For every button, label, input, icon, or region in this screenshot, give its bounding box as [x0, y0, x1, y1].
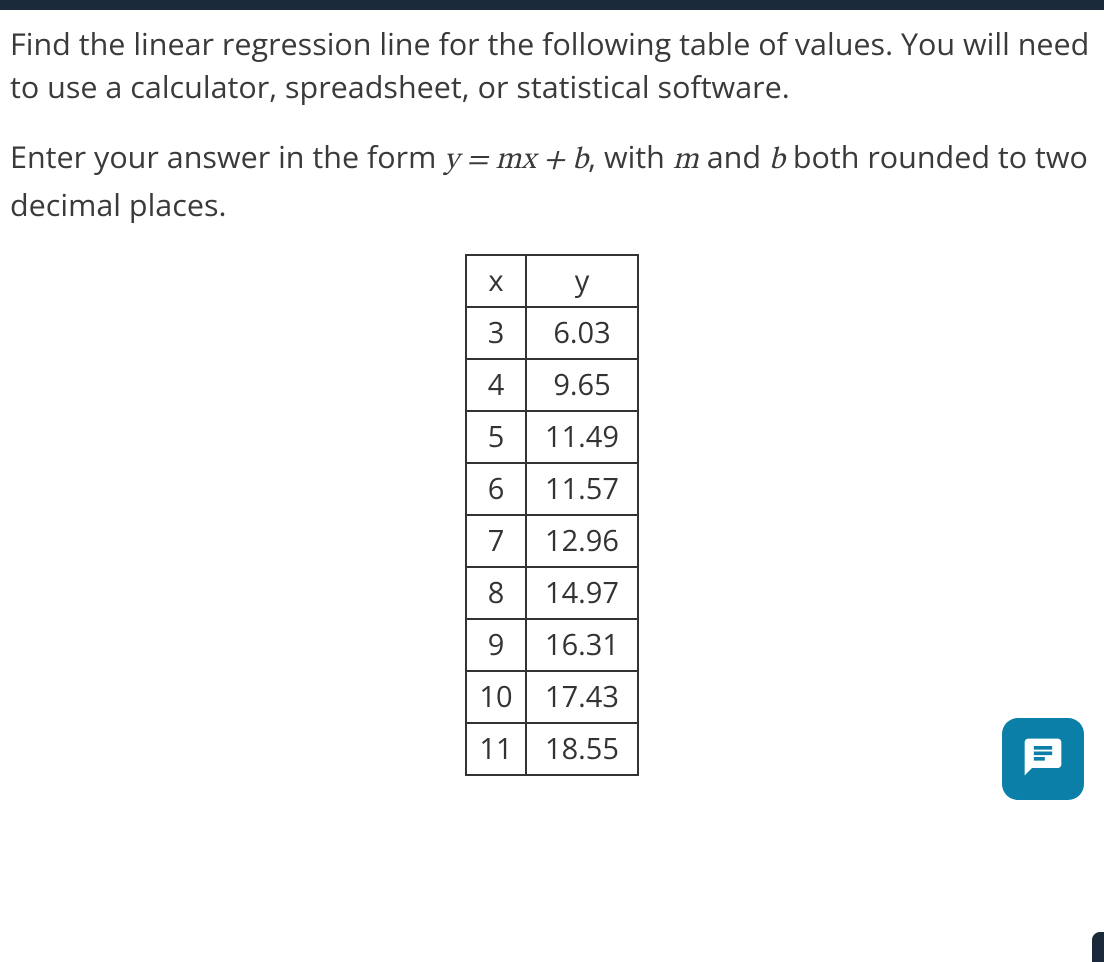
cell-x: 9 [466, 619, 526, 671]
p2-prefix: Enter your answer in the form [10, 135, 444, 177]
equation-ymxb: y = mx + b [444, 146, 588, 176]
table-row: 814.97 [466, 567, 638, 619]
cell-y: 16.31 [526, 619, 638, 671]
table-header-row: x y [466, 255, 638, 307]
chat-icon [1021, 735, 1065, 784]
variable-b: b [769, 146, 785, 176]
table-row: 1017.43 [466, 671, 638, 723]
data-table: x y 36.03 49.65 511.49 611.57 712.96 814… [465, 254, 639, 776]
cell-y: 11.49 [526, 411, 638, 463]
cell-y: 18.55 [526, 723, 638, 775]
cell-y: 17.43 [526, 671, 638, 723]
variable-m: m [673, 146, 699, 176]
top-bar [0, 0, 1104, 10]
problem-content: Find the linear regression line for the … [0, 10, 1104, 786]
cell-x: 6 [466, 463, 526, 515]
table-row: 36.03 [466, 307, 638, 359]
cell-x: 4 [466, 359, 526, 411]
chat-button[interactable] [1002, 718, 1084, 800]
table-row: 49.65 [466, 359, 638, 411]
table-row: 511.49 [466, 411, 638, 463]
table-row: 611.57 [466, 463, 638, 515]
cell-x: 5 [466, 411, 526, 463]
cell-x: 7 [466, 515, 526, 567]
cell-y: 12.96 [526, 515, 638, 567]
header-x: x [466, 255, 526, 307]
p2-mid: , with [588, 135, 673, 177]
cell-x: 10 [466, 671, 526, 723]
header-y: y [526, 255, 638, 307]
cell-x: 3 [466, 307, 526, 359]
problem-paragraph-2: Enter your answer in the form y = mx + b… [10, 135, 1094, 225]
table-row: 916.31 [466, 619, 638, 671]
cell-x: 8 [466, 567, 526, 619]
cell-y: 11.57 [526, 463, 638, 515]
cell-x: 11 [466, 723, 526, 775]
cell-y: 9.65 [526, 359, 638, 411]
cell-y: 6.03 [526, 307, 638, 359]
table-row: 1118.55 [466, 723, 638, 775]
problem-paragraph-1: Find the linear regression line for the … [10, 22, 1094, 107]
corner-decoration [1092, 932, 1104, 962]
p2-and: and [699, 135, 769, 177]
table-body: 36.03 49.65 511.49 611.57 712.96 814.97 … [466, 307, 638, 775]
table-row: 712.96 [466, 515, 638, 567]
cell-y: 14.97 [526, 567, 638, 619]
